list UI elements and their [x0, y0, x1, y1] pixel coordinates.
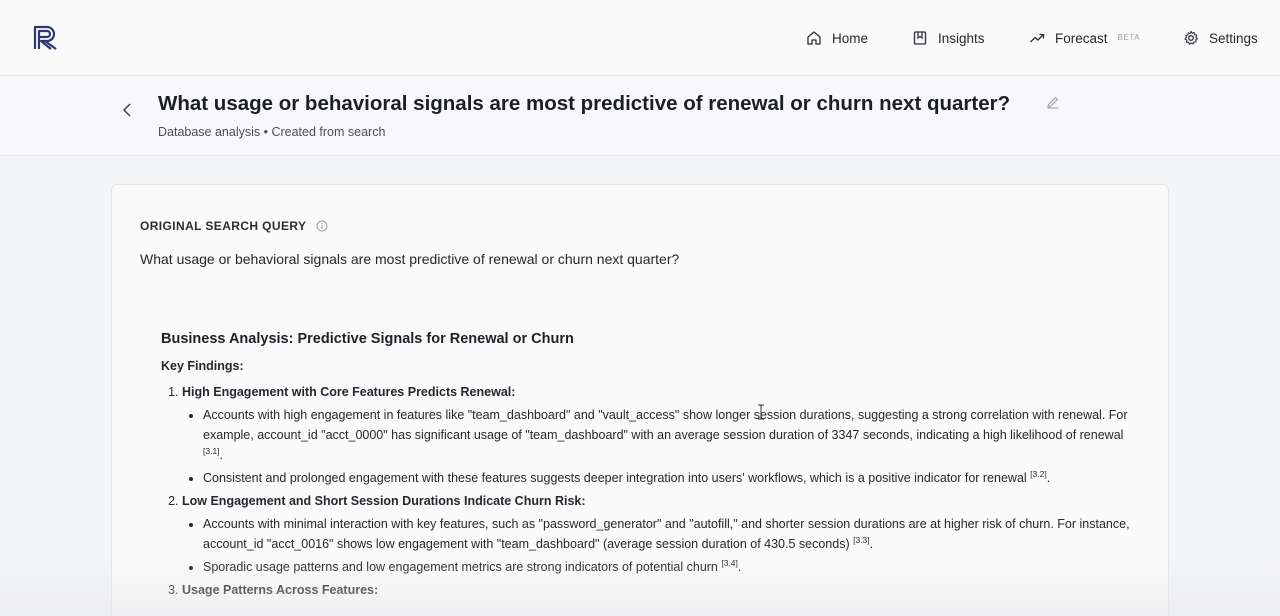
gear-icon — [1184, 30, 1198, 45]
citation-link[interactable]: [3.2] — [1030, 469, 1047, 479]
finding-points: Accounts with high engagement in feature… — [203, 405, 1131, 488]
edit-icon[interactable] — [1046, 95, 1060, 109]
trending-up-icon — [1030, 33, 1045, 43]
finding-title: High Engagement with Core Features Predi… — [182, 385, 516, 399]
nav-insights-label: Insights — [938, 30, 985, 46]
bookmark-icon — [913, 31, 927, 45]
chevron-left-icon — [122, 103, 131, 117]
citation-link[interactable]: [3.1] — [203, 446, 220, 456]
point-text: Accounts with high engagement in feature… — [203, 408, 1128, 442]
finding-title: Usage Patterns Across Features: — [182, 583, 379, 597]
analysis-card: ORIGINAL SEARCH QUERY What usage or beha… — [111, 184, 1169, 616]
key-findings-label: Key Findings: — [161, 359, 244, 373]
point-tail: . — [869, 537, 874, 551]
findings-list: High Engagement with Core Features Predi… — [182, 385, 1131, 597]
finding-item: Usage Patterns Across Features: — [182, 583, 1131, 597]
finding-point: Sporadic usage patterns and low engageme… — [203, 557, 1131, 577]
finding-point: Accounts with high engagement in feature… — [203, 405, 1131, 465]
point-tail: . — [219, 448, 224, 462]
analysis-title: Business Analysis: Predictive Signals fo… — [161, 331, 574, 347]
nav-settings[interactable]: Settings — [1183, 28, 1258, 48]
nav-home[interactable]: Home — [806, 28, 868, 48]
citation-link[interactable]: [3.4] — [721, 558, 738, 568]
finding-title: Low Engagement and Short Session Duratio… — [182, 494, 586, 508]
nav-settings-label: Settings — [1209, 30, 1258, 46]
point-tail: . — [737, 560, 742, 574]
r-logo-icon[interactable] — [33, 25, 60, 51]
point-text: Sporadic usage patterns and low engageme… — [203, 560, 722, 574]
finding-points: Accounts with minimal interaction with k… — [203, 514, 1131, 577]
finding-item: High Engagement with Core Features Predi… — [182, 385, 1131, 488]
back-button[interactable] — [118, 101, 136, 119]
nav-forecast[interactable]: Forecast BETA — [1029, 28, 1140, 48]
analysis-content: Business Analysis: Predictive Signals fo… — [161, 331, 1131, 603]
finding-point: Accounts with minimal interaction with k… — [203, 514, 1131, 554]
page-header: What usage or behavioral signals are mos… — [0, 77, 1280, 156]
finding-item: Low Engagement and Short Session Duratio… — [182, 494, 1131, 577]
citation-link[interactable]: [3.3] — [853, 535, 870, 545]
point-text: Accounts with minimal interaction with k… — [203, 517, 1130, 551]
search-query-text: What usage or behavioral signals are mos… — [140, 251, 680, 267]
top-nav: Home Insights Forecast BETA Settings — [0, 0, 1280, 76]
point-text: Consistent and prolonged engagement with… — [203, 471, 1031, 485]
section-label-text: ORIGINAL SEARCH QUERY — [140, 219, 307, 233]
nav-home-label: Home — [832, 30, 869, 46]
nav-forecast-label: Forecast — [1055, 30, 1108, 46]
info-icon[interactable] — [316, 220, 328, 232]
text-cursor-icon — [758, 404, 764, 420]
nav-insights[interactable]: Insights — [912, 28, 985, 48]
page-subtitle: Database analysis • Created from search — [158, 125, 386, 139]
point-tail: . — [1046, 471, 1051, 485]
page-title: What usage or behavioral signals are mos… — [158, 92, 1011, 115]
beta-badge: BETA — [1117, 33, 1141, 42]
section-label: ORIGINAL SEARCH QUERY — [140, 219, 328, 233]
home-icon — [807, 31, 821, 45]
finding-point: Consistent and prolonged engagement with… — [203, 468, 1131, 488]
